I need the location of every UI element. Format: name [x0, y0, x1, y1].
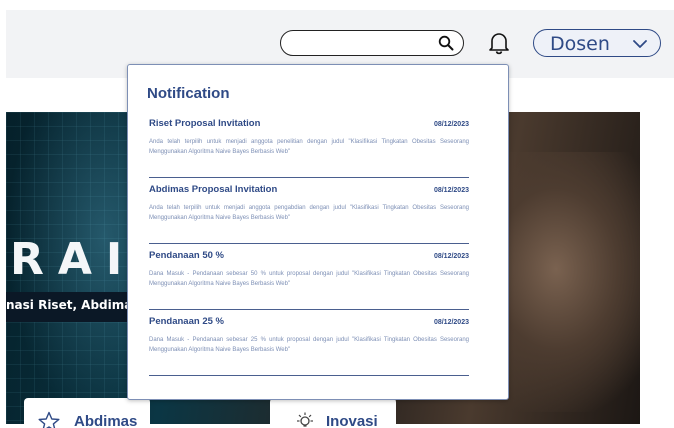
page: Dosen RAI nasi Riset, Abdimas, In Abdima… [0, 0, 674, 428]
notification-item-date: 08/12/2023 [433, 253, 469, 260]
lightbulb-icon [297, 412, 313, 427]
notification-item[interactable]: Abdimas Proposal Invitation 08/12/2023 A… [149, 184, 469, 244]
inovasi-card-label: Inovasi [326, 413, 378, 428]
notification-item[interactable]: Riset Proposal Invitation 08/12/2023 And… [149, 118, 469, 178]
star-icon [38, 411, 60, 428]
role-dropdown[interactable]: Dosen [533, 29, 661, 57]
role-dropdown-value: Dosen [550, 33, 610, 55]
hero-title: RAI [10, 234, 137, 285]
notification-item-title: Pendanaan 25 % [149, 316, 224, 327]
notification-item[interactable]: Pendanaan 25 % 08/12/2023 Dana Masuk - P… [149, 316, 469, 376]
search-input[interactable] [280, 30, 464, 56]
notification-item-date: 08/12/2023 [433, 121, 469, 128]
chevron-down-icon [633, 40, 647, 48]
notification-item-title: Abdimas Proposal Invitation [149, 184, 278, 195]
inovasi-card[interactable]: Inovasi [270, 398, 396, 428]
notification-item-body: Anda telah terpilih untuk menjadi anggot… [149, 139, 469, 155]
notification-dropdown: Notification Riset Proposal Invitation 0… [127, 64, 509, 400]
notification-item-body: Dana Masuk - Pendanaan sebesar 25 % untu… [149, 337, 469, 353]
notification-item-body: Dana Masuk - Pendanaan sebesar 50 % untu… [149, 271, 469, 287]
notification-item-body: Anda telah terpilih untuk menjadi anggot… [149, 205, 469, 221]
abdimas-card-label: Abdimas [74, 413, 138, 428]
notification-title: Notification [147, 85, 230, 102]
notification-item[interactable]: Pendanaan 50 % 08/12/2023 Dana Masuk - P… [149, 250, 469, 310]
notification-item-title: Pendanaan 50 % [149, 250, 224, 261]
notification-item-date: 08/12/2023 [433, 319, 469, 326]
search-icon[interactable] [438, 35, 454, 51]
bell-icon[interactable] [486, 30, 512, 56]
notification-item-title: Riset Proposal Invitation [149, 118, 261, 129]
abdimas-card[interactable]: Abdimas [24, 398, 150, 428]
notification-item-date: 08/12/2023 [433, 187, 469, 194]
